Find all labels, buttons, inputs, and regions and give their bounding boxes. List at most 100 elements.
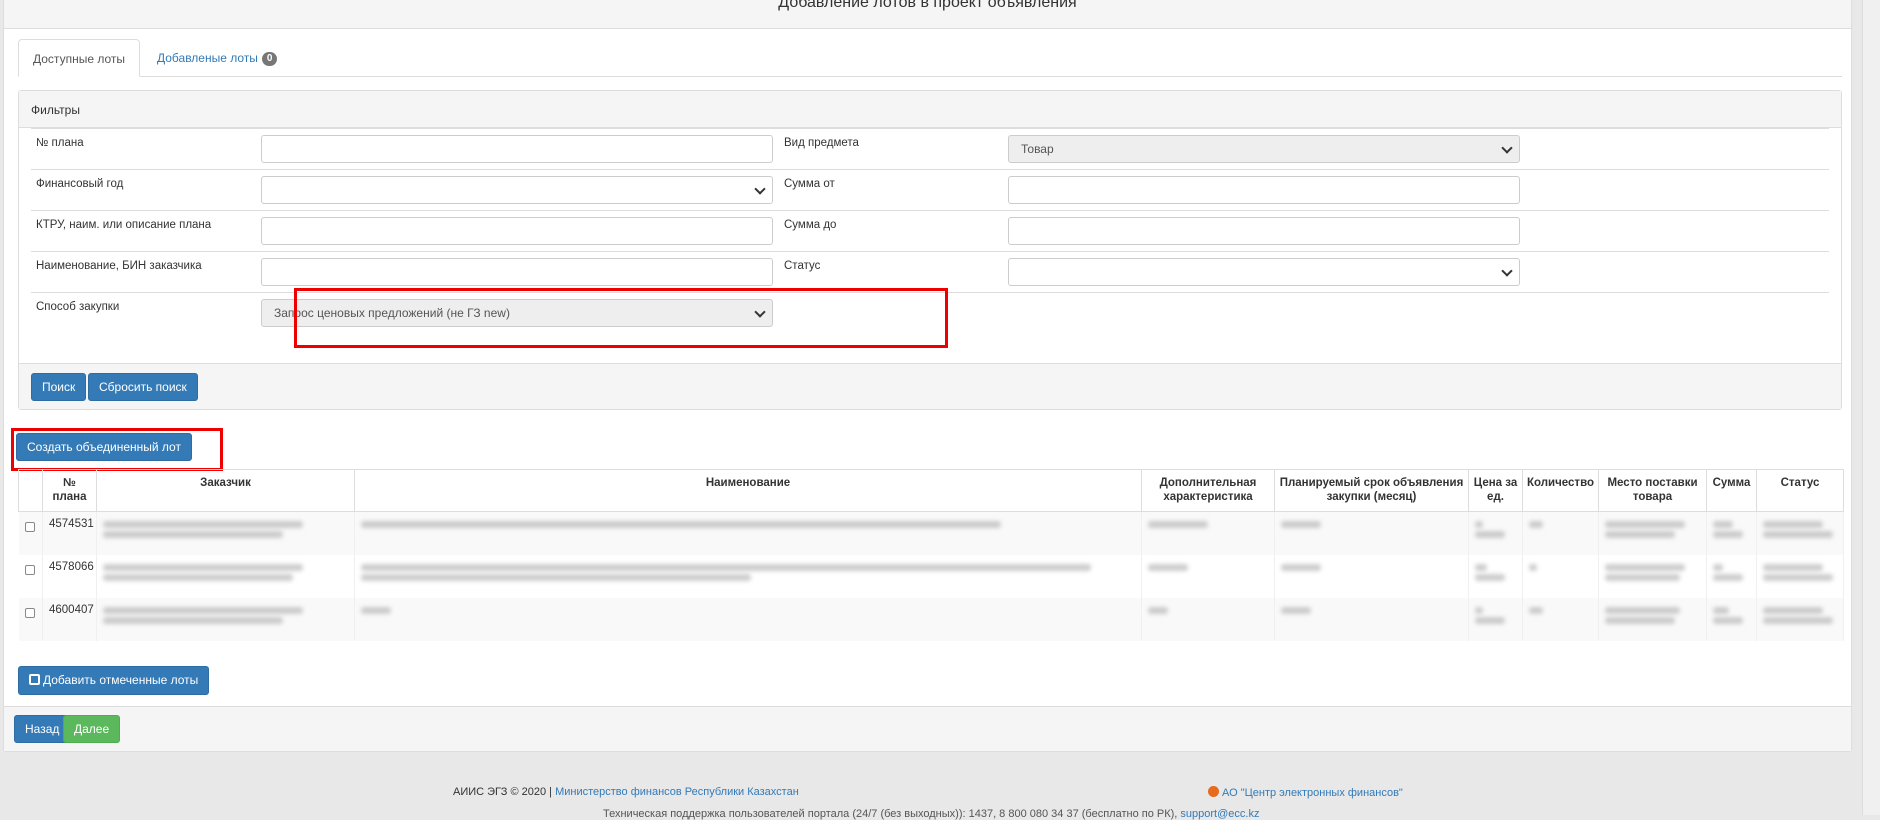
ktru-input[interactable] [261,217,773,245]
column-header-status[interactable]: Статус [1756,469,1844,512]
plan-number-cell: 4578066 [42,554,97,598]
unit-price-cell [1468,597,1523,641]
chevron-down-icon [754,183,766,195]
ministry-link[interactable]: Министерство финансов Республики Казахст… [555,786,799,798]
footer-copyright-line: АИИС ЭГЗ © 2020 | Министерство финансов … [453,786,799,798]
status-cell [1756,511,1844,555]
customer-input[interactable] [261,258,773,286]
table-header-row: № плана Заказчик Наименование Дополнител… [18,469,1844,512]
filter-row: Наименование, БИН заказчика Статус [31,251,1829,292]
table-row[interactable]: 4578066 [18,554,1844,598]
sum-cell [1706,597,1757,641]
reset-search-button[interactable]: Сбросить поиск [88,373,198,401]
tab-added-lots[interactable]: Добавленые лоты 0 [143,39,291,77]
filters-footer: Поиск Сбросить поиск [19,363,1841,409]
subject-type-select[interactable]: Товар [1008,135,1520,163]
name-cell [354,597,1142,641]
fiscal-year-select[interactable] [261,176,773,204]
row-checkbox[interactable] [24,522,35,532]
tabs: Доступные лоты Добавленые лоты 0 [18,39,1842,77]
sum-cell [1706,554,1757,598]
delivery-place-cell [1598,511,1707,555]
filters-panel: Фильтры № плана Вид предмета Товар Финан… [18,90,1842,410]
column-header-select [18,469,43,512]
sum-cell [1706,511,1757,555]
footer-center-line: АО "Центр электронных финансов" [1208,786,1403,799]
procurement-method-select[interactable]: Запрос ценовых предложений (не ГЗ new) [261,299,773,327]
scrollbar[interactable] [1862,0,1880,815]
tab-available-lots[interactable]: Доступные лоты [18,39,140,77]
status-select[interactable] [1008,258,1520,286]
add-checked-lots-label: Добавить отмеченные лоты [43,673,199,687]
main-panel: Добавление лотов в проект объявления Дос… [3,0,1852,752]
add-checked-lots-button[interactable]: Добавить отмеченные лоты [18,666,210,695]
plan-number-input[interactable] [261,135,773,163]
chevron-down-icon [754,306,766,318]
center-link[interactable]: АО "Центр электронных финансов" [1222,787,1403,799]
subject-type-value: Товар [1021,142,1054,156]
column-header-delivery-place[interactable]: Место поставки товара [1598,469,1707,512]
sum-to-input[interactable] [1008,217,1520,245]
column-header-name[interactable]: Наименование [354,469,1142,512]
table-row[interactable]: 4600407 [18,597,1844,641]
column-header-extra[interactable]: Дополнительная характеристика [1141,469,1275,512]
name-cell [354,554,1142,598]
row-checkbox[interactable] [24,607,35,618]
planned-month-cell [1274,511,1469,555]
support-email-link[interactable]: support@ecc.kz [1180,808,1259,820]
name-cell [354,511,1142,555]
filter-row: № плана Вид предмета Товар [31,128,1829,169]
search-button[interactable]: Поиск [31,373,87,401]
customer-label: Наименование, БИН заказчика [36,260,202,272]
plan-number-label: № плана [36,137,84,149]
plan-number-cell: 4600407 [42,597,97,641]
sum-to-label: Сумма до [784,219,837,231]
row-checkbox[interactable] [24,564,35,575]
subject-type-label: Вид предмета [784,137,859,149]
column-header-plan[interactable]: № плана [42,469,97,512]
status-cell [1756,597,1844,641]
extra-cell [1141,511,1275,555]
procurement-method-label: Способ закупки [36,301,120,313]
sum-from-label: Сумма от [784,178,835,190]
filters-heading: Фильтры [19,91,1841,128]
quantity-cell [1522,511,1599,555]
quantity-cell [1522,554,1599,598]
sum-from-input[interactable] [1008,176,1520,204]
planned-month-cell [1274,597,1469,641]
column-header-planned-month[interactable]: Планируемый срок объявления закупки (мес… [1274,469,1469,512]
unit-price-cell [1468,554,1523,598]
extra-cell [1141,554,1275,598]
bottom-bar: Назад Далее [4,706,1851,751]
next-button[interactable]: Далее [63,715,121,743]
table-row[interactable]: 4574531 [18,511,1844,555]
filter-row: КТРУ, наим. или описание плана Сумма до [31,210,1829,251]
procurement-method-value: Запрос ценовых предложений (не ГЗ new) [274,306,510,320]
status-label: Статус [784,260,821,272]
back-button[interactable]: Назад [14,715,71,743]
column-header-quantity[interactable]: Количество [1522,469,1599,512]
delivery-place-cell [1598,554,1707,598]
column-header-customer[interactable]: Заказчик [96,469,355,512]
lots-table: № плана Заказчик Наименование Дополнител… [18,469,1844,641]
customer-cell [96,597,355,641]
plan-number-cell: 4574531 [42,511,97,555]
column-header-unit-price[interactable]: Цена за ед. [1468,469,1523,512]
chevron-down-icon [1501,265,1513,277]
status-cell [1756,554,1844,598]
create-combined-lot-button[interactable]: Создать объединенный лот [16,433,192,461]
ktru-label: КТРУ, наим. или описание плана [36,219,212,231]
delivery-place-cell [1598,597,1707,641]
filter-row: Способ закупки Запрос ценовых предложени… [31,292,1829,350]
filter-row: Финансовый год Сумма от [31,169,1829,210]
unit-price-cell [1468,511,1523,555]
extra-cell [1141,597,1275,641]
copyright-text: АИИС ЭГЗ © 2020 | [453,786,553,798]
column-header-sum[interactable]: Сумма [1706,469,1757,512]
fiscal-year-label: Финансовый год [36,178,124,190]
check-square-icon [29,674,40,685]
customer-cell [96,511,355,555]
customer-cell [96,554,355,598]
center-logo-icon [1208,786,1219,797]
page-title: Добавление лотов в проект объявления [4,0,1851,29]
